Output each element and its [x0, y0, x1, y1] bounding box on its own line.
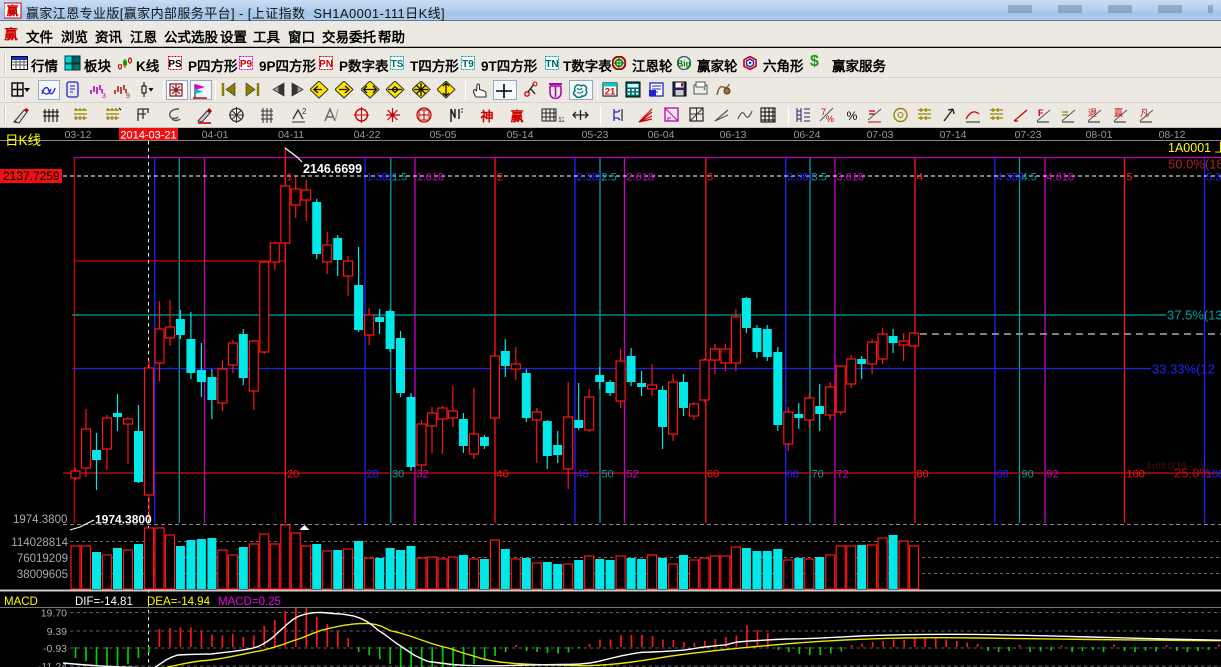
svg-text:90: 90 [1022, 469, 1034, 481]
svg-text:赢: 赢 [6, 3, 18, 18]
svg-text:1A0001 上证指: 1A0001 上证指 [1168, 140, 1221, 155]
svg-text:05-05: 05-05 [430, 129, 457, 141]
svg-text:神: 神 [480, 109, 493, 124]
svg-text:06-13: 06-13 [720, 129, 747, 141]
svg-text:4.382: 4.382 [997, 172, 1025, 184]
svg-text:F: F [1038, 108, 1044, 118]
svg-text:2.618: 2.618 [627, 172, 655, 184]
svg-text:赢: 赢 [510, 109, 523, 124]
svg-text:2137.7259: 2137.7259 [3, 169, 60, 183]
svg-text:T9: T9 [462, 59, 474, 70]
svg-text:1.618: 1.618 [417, 172, 445, 184]
svg-text:72: 72 [837, 469, 849, 481]
svg-text:07-14: 07-14 [940, 129, 967, 141]
svg-text:%: % [847, 109, 858, 123]
svg-text:07-03: 07-03 [867, 129, 894, 141]
svg-text:凡: 凡 [1140, 108, 1149, 118]
svg-text:4.618: 4.618 [1047, 172, 1075, 184]
svg-text:4: 4 [917, 172, 923, 184]
svg-text:28: 28 [367, 469, 379, 481]
svg-text:2146.6699: 2146.6699 [303, 162, 362, 176]
svg-text:21: 21 [605, 87, 616, 98]
svg-text:2.5: 2.5 [602, 172, 617, 184]
svg-text:-0.93: -0.93 [43, 643, 67, 655]
svg-text:80: 80 [917, 469, 929, 481]
svg-text:04-22: 04-22 [354, 129, 381, 141]
svg-text:19.70: 19.70 [41, 608, 67, 620]
svg-text:32: 32 [417, 469, 429, 481]
svg-text:04-01: 04-01 [202, 129, 229, 141]
svg-text:38009605: 38009605 [17, 569, 68, 581]
svg-text:50.0%(18: 50.0%(18 [1168, 157, 1221, 172]
svg-text:3.382: 3.382 [787, 172, 815, 184]
svg-text:MACD=0.25: MACD=0.25 [218, 596, 281, 608]
svg-text:3.5: 3.5 [812, 172, 827, 184]
svg-text:114028814: 114028814 [11, 537, 68, 549]
svg-text:赢: 赢 [1114, 107, 1123, 118]
svg-text:2: 2 [497, 172, 503, 184]
svg-text:04-11: 04-11 [278, 129, 304, 141]
svg-text:3: 3 [707, 172, 713, 184]
svg-text:123: 123 [558, 117, 564, 124]
svg-text:PN: PN [319, 59, 333, 70]
svg-text:06-24: 06-24 [794, 129, 821, 141]
svg-text:52: 52 [627, 469, 639, 481]
svg-text:05-23: 05-23 [582, 129, 609, 141]
svg-text:退: 退 [1088, 108, 1097, 118]
svg-text:赢: 赢 [4, 26, 18, 42]
svg-text:50: 50 [602, 469, 614, 481]
svg-text:MACD: MACD [4, 596, 38, 608]
svg-text:33.33%(12: 33.33%(12 [1152, 362, 1215, 377]
svg-text:4.5: 4.5 [1022, 172, 1037, 184]
svg-text:08-01: 08-01 [1086, 129, 1113, 141]
svg-text:P9: P9 [240, 59, 253, 70]
svg-text:3: 3 [102, 93, 106, 99]
svg-text:日K线: 日K线 [5, 133, 41, 148]
svg-text:5.382: 5.382 [1206, 172, 1221, 184]
svg-text:DEA=-14.94: DEA=-14.94 [147, 596, 211, 608]
svg-text:40: 40 [497, 469, 509, 481]
svg-text:1974.3800: 1974.3800 [95, 513, 152, 527]
svg-text:60: 60 [707, 469, 719, 481]
svg-text:%: % [826, 114, 834, 124]
svg-text:03-12: 03-12 [65, 129, 92, 141]
svg-text:20: 20 [287, 469, 299, 481]
svg-text:1.5: 1.5 [392, 172, 407, 184]
svg-text:TS: TS [391, 59, 404, 70]
svg-text:9: 9 [126, 93, 130, 99]
svg-text:48: 48 [577, 469, 589, 481]
svg-text:100: 100 [1127, 469, 1145, 481]
svg-text:9.39: 9.39 [47, 626, 68, 638]
svg-text:1974.3800: 1974.3800 [13, 514, 67, 526]
svg-text:1.382: 1.382 [367, 172, 395, 184]
svg-text:68: 68 [787, 469, 799, 481]
svg-text:05-14: 05-14 [507, 129, 534, 141]
svg-text:-11.24: -11.24 [38, 661, 67, 667]
svg-text:3.618: 3.618 [837, 172, 865, 184]
svg-text:07-23: 07-23 [1015, 129, 1042, 141]
svg-text:70: 70 [812, 469, 824, 481]
svg-text:2: 2 [302, 107, 307, 116]
svg-text:Big: Big [677, 59, 691, 69]
svg-text:DIF=-14.81: DIF=-14.81 [75, 596, 133, 608]
svg-text:06-04: 06-04 [648, 129, 675, 141]
svg-text:92: 92 [1047, 469, 1059, 481]
svg-text:2.382: 2.382 [577, 172, 605, 184]
svg-text:TN: TN [545, 59, 558, 70]
svg-text:5: 5 [1127, 172, 1133, 184]
svg-text:76019209: 76019209 [17, 553, 68, 565]
svg-text:2014-03-21: 2014-03-21 [120, 130, 176, 142]
svg-text:88: 88 [997, 469, 1009, 481]
svg-text:08-12: 08-12 [1159, 129, 1186, 141]
svg-text:4s08.0(18--.--): 4s08.0(18--.--) [1146, 461, 1204, 471]
svg-text:PS: PS [168, 59, 182, 70]
svg-text:1: 1 [287, 172, 293, 184]
svg-text:37.5%(13: 37.5%(13 [1167, 308, 1221, 323]
svg-text:30: 30 [392, 469, 404, 481]
